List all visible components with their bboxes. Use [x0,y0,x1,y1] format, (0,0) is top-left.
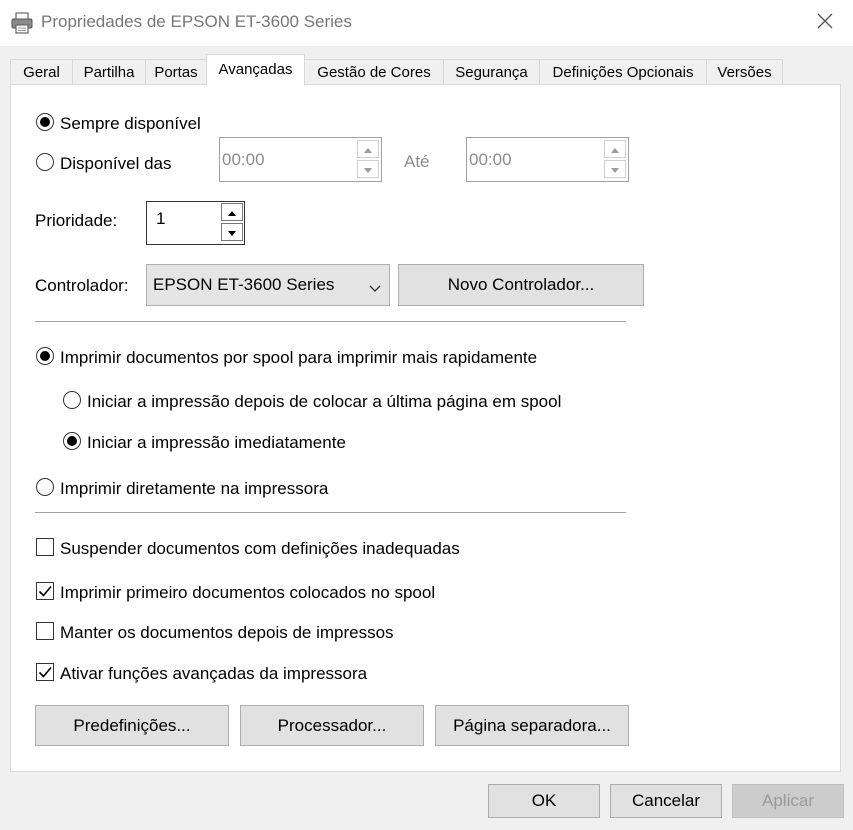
close-button[interactable] [797,0,853,46]
divider [35,321,626,322]
tab-definicoes-opcionais[interactable]: Definições Opcionais [539,59,707,85]
spool-radio[interactable] [36,347,54,365]
tab-gestao-de-cores[interactable]: Gestão de Cores [304,59,444,85]
always-available-radio[interactable] [36,113,54,131]
print-spooled-first-label[interactable]: Imprimir primeiro documentos colocados n… [60,583,435,603]
priority-value[interactable]: 1 [156,209,165,229]
chevron-down-icon [611,160,619,178]
print-direct-radio[interactable] [36,478,54,496]
close-icon [817,13,833,34]
from-time-up-button[interactable] [357,140,379,158]
separator-page-button[interactable]: Página separadora... [435,705,629,746]
tab-versoes[interactable]: Versões [706,59,783,85]
until-label: Até [404,152,430,171]
available-from-radio[interactable] [36,153,54,171]
tab-strip: Geral Partilha Portas Avançadas Gestão d… [10,54,843,86]
cancel-button[interactable]: Cancelar [610,784,722,818]
spool-label[interactable]: Imprimir documentos por spool para impri… [60,348,537,368]
divider [35,512,626,513]
print-defaults-button[interactable]: Predefinições... [35,705,229,746]
until-time-up-button[interactable] [604,140,626,158]
tab-portas[interactable]: Portas [145,59,207,85]
chevron-up-icon [364,140,372,158]
priority-label: Prioridade: [35,211,118,230]
advanced-features-label[interactable]: Ativar funções avançadas da impressora [60,664,367,684]
tab-seguranca[interactable]: Segurança [443,59,540,85]
start-after-last-page-label[interactable]: Iniciar a impressão depois de colocar a … [87,392,561,412]
hold-mismatched-label[interactable]: Suspender documentos com definições inad… [60,539,460,559]
from-time-value[interactable]: 00:00 [222,150,265,170]
advanced-tab-panel: Sempre disponível Disponível das 00:00 A… [10,84,841,772]
keep-printed-checkbox[interactable] [36,622,54,640]
from-time-down-button[interactable] [357,160,379,178]
print-spooled-first-checkbox[interactable] [36,582,54,600]
always-available-label[interactable]: Sempre disponível [60,114,201,134]
start-immediately-radio[interactable] [63,432,81,450]
advanced-features-checkbox[interactable] [36,663,54,681]
chevron-down-icon [228,223,236,241]
driver-dropdown-value: EPSON ET-3600 Series [153,275,335,294]
chevron-down-icon [364,160,372,178]
printer-properties-window: Propriedades de EPSON ET-3600 Series Ger… [0,0,853,830]
ok-button[interactable]: OK [488,784,600,818]
chevron-up-icon [228,203,236,221]
chevron-down-icon [369,280,381,298]
until-time-value[interactable]: 00:00 [469,150,512,170]
hold-mismatched-checkbox[interactable] [36,538,54,556]
apply-button[interactable]: Aplicar [732,784,844,818]
start-after-last-page-radio[interactable] [63,391,81,409]
tab-partilha[interactable]: Partilha [72,59,146,85]
priority-spinner[interactable]: 1 [146,201,245,245]
print-direct-label[interactable]: Imprimir diretamente na impressora [60,479,328,499]
priority-down-button[interactable] [221,223,243,241]
start-immediately-label[interactable]: Iniciar a impressão imediatamente [87,433,346,453]
driver-label: Controlador: [35,276,129,295]
chevron-up-icon [611,140,619,158]
title-bar[interactable]: Propriedades de EPSON ET-3600 Series [0,0,853,46]
driver-dropdown[interactable]: EPSON ET-3600 Series [146,264,390,306]
priority-up-button[interactable] [221,203,243,221]
tab-geral[interactable]: Geral [10,59,73,85]
printer-icon [10,11,34,35]
new-driver-button[interactable]: Novo Controlador... [398,264,644,306]
keep-printed-label[interactable]: Manter os documentos depois de impressos [60,623,394,643]
print-processor-button[interactable]: Processador... [240,705,424,746]
tab-avancadas[interactable]: Avançadas [206,54,305,86]
from-time-spinner[interactable]: 00:00 [219,137,382,182]
window-title: Propriedades de EPSON ET-3600 Series [41,12,352,31]
until-time-spinner[interactable]: 00:00 [466,137,629,182]
until-time-down-button[interactable] [604,160,626,178]
available-from-label[interactable]: Disponível das [60,154,172,174]
